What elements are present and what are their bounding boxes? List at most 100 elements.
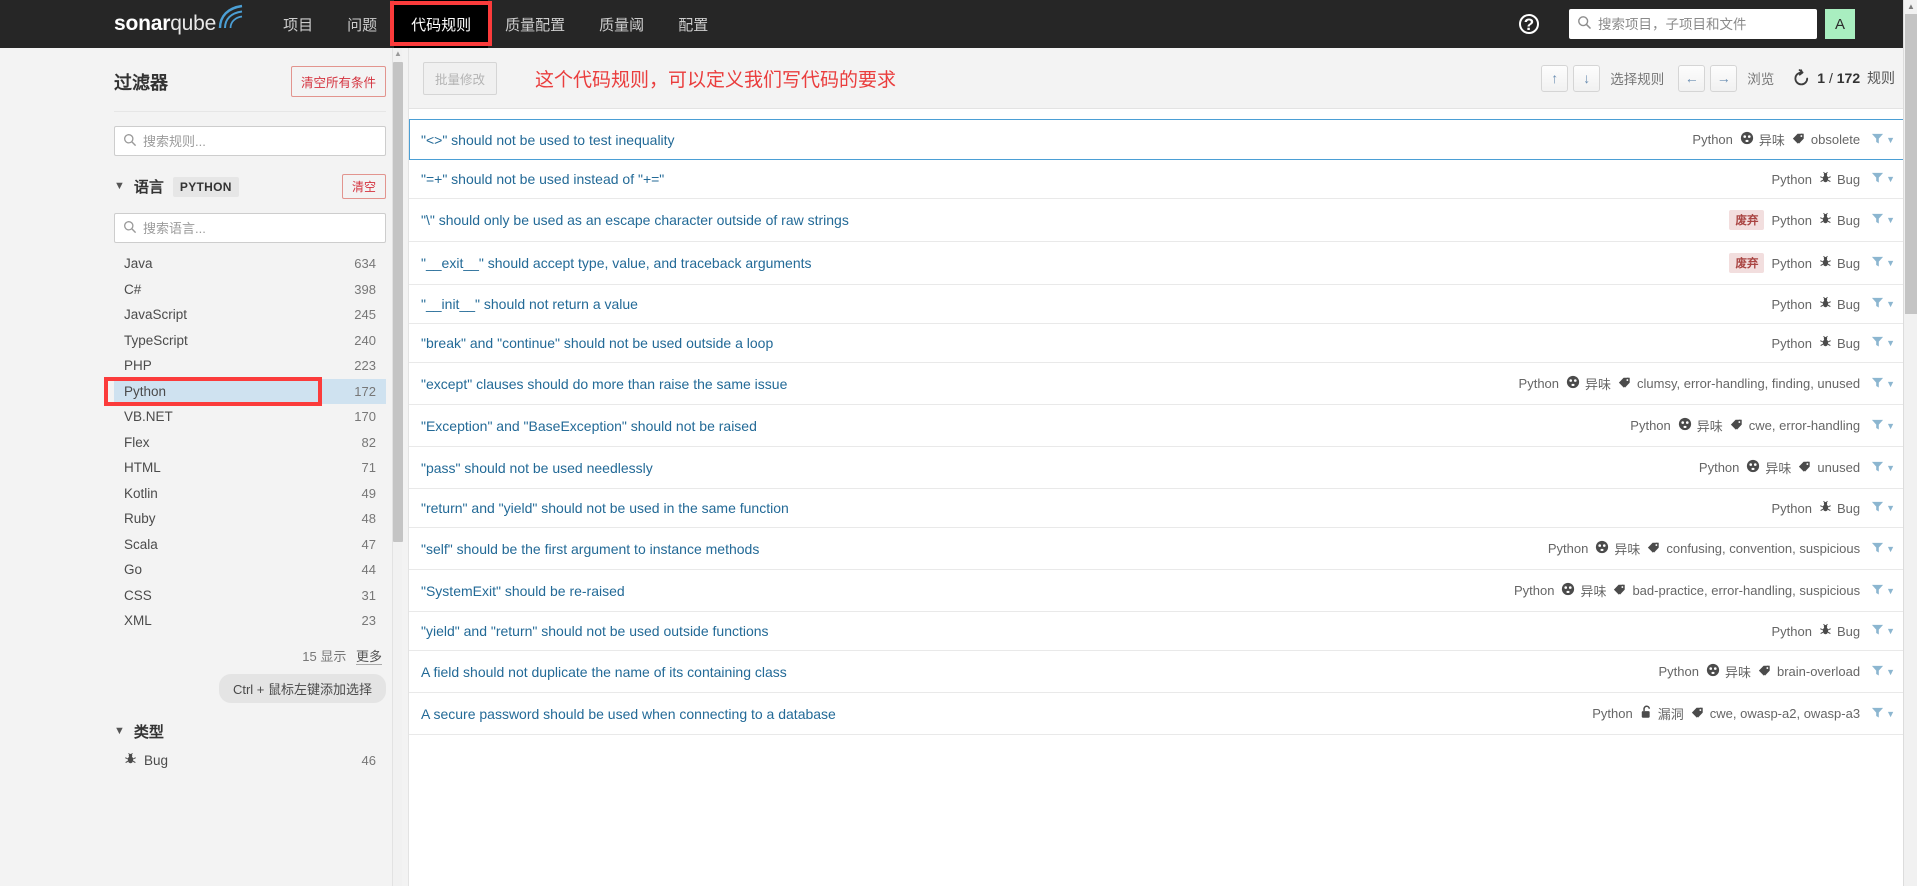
window-scrollbar[interactable]: ▲ xyxy=(1903,0,1917,886)
rule-filter-button[interactable]: ▼ xyxy=(1871,623,1895,639)
global-search-box[interactable] xyxy=(1569,9,1817,39)
language-facet-item-c-[interactable]: C# 398 xyxy=(114,277,386,303)
rule-filter-button[interactable]: ▼ xyxy=(1871,132,1895,148)
filter-funnel-icon[interactable] xyxy=(1871,212,1884,228)
rule-title[interactable]: "yield" and "return" should not be used … xyxy=(421,623,769,639)
language-facet-item-ruby[interactable]: Ruby 48 xyxy=(114,506,386,532)
language-facet-header[interactable]: ▼ 语言 PYTHON 清空 xyxy=(114,174,386,199)
nav-item-projects[interactable]: 项目 xyxy=(266,0,330,48)
language-facet-item-go[interactable]: Go 44 xyxy=(114,557,386,583)
rule-row[interactable]: "__init__" should not return a value Pyth… xyxy=(409,285,1917,324)
rule-title[interactable]: "=+" should not be used instead of "+=" xyxy=(421,171,664,187)
language-search-field[interactable] xyxy=(114,213,386,243)
sidebar-scrollbar[interactable]: ▲ xyxy=(392,48,403,886)
language-facet-item-vb-net[interactable]: VB.NET 170 xyxy=(114,404,386,430)
language-facet-item-scala[interactable]: Scala 47 xyxy=(114,532,386,558)
rule-row[interactable]: "except" clauses should do more than rai… xyxy=(409,363,1917,405)
filter-funnel-icon[interactable] xyxy=(1871,706,1884,722)
filter-funnel-icon[interactable] xyxy=(1871,664,1884,680)
nav-item-administration[interactable]: 配置 xyxy=(661,0,725,48)
rule-filter-button[interactable]: ▼ xyxy=(1871,460,1895,476)
next-page-button[interactable]: → xyxy=(1710,64,1738,92)
user-avatar[interactable]: A xyxy=(1825,9,1855,39)
filter-funnel-icon[interactable] xyxy=(1871,296,1884,312)
rule-filter-button[interactable]: ▼ xyxy=(1871,212,1895,228)
rule-filter-button[interactable]: ▼ xyxy=(1871,583,1895,599)
bulk-change-button[interactable]: 批量修改 xyxy=(423,61,498,95)
previous-page-button[interactable]: ← xyxy=(1678,64,1706,92)
rule-search-field[interactable] xyxy=(114,126,386,156)
language-facet-item-python[interactable]: Python 172 xyxy=(104,376,386,406)
rule-row[interactable]: "SystemExit" should be re-raised Python 异味… xyxy=(409,570,1917,612)
rule-filter-button[interactable]: ▼ xyxy=(1871,296,1895,312)
rule-filter-button[interactable]: ▼ xyxy=(1871,706,1895,722)
filter-funnel-icon[interactable] xyxy=(1871,583,1884,599)
nav-item-coding-rules[interactable]: 代码规则 xyxy=(394,0,489,48)
rule-row[interactable]: "return" and "yield" should not be used … xyxy=(409,489,1917,528)
language-facet-item-javascript[interactable]: JavaScript 245 xyxy=(114,302,386,328)
rule-title[interactable]: "Exception" and "BaseException" should n… xyxy=(421,418,757,434)
rule-row[interactable]: "<>" should not be used to test inequali… xyxy=(409,119,1917,160)
language-facet-item-php[interactable]: PHP 223 xyxy=(114,353,386,379)
nav-item-quality-gates[interactable]: 质量阈 xyxy=(582,0,661,48)
rule-row[interactable]: "pass" should not be used needlessly Pyth… xyxy=(409,447,1917,489)
filter-funnel-icon[interactable] xyxy=(1871,132,1884,148)
move-up-button[interactable]: ↑ xyxy=(1541,64,1569,92)
help-icon[interactable]: ? xyxy=(1519,14,1539,34)
filter-funnel-icon[interactable] xyxy=(1871,500,1884,516)
reload-icon[interactable] xyxy=(1792,68,1811,88)
type-facet-item-bug[interactable]: Bug 46 xyxy=(114,748,386,774)
rule-row[interactable]: "__exit__" should accept type, value, an… xyxy=(409,242,1917,285)
rule-title[interactable]: "except" clauses should do more than rai… xyxy=(421,376,787,392)
window-scroll-up-icon[interactable]: ▲ xyxy=(1904,2,1917,11)
filter-funnel-icon[interactable] xyxy=(1871,335,1884,351)
rule-filter-button[interactable]: ▼ xyxy=(1871,255,1895,271)
filter-funnel-icon[interactable] xyxy=(1871,376,1884,392)
language-facet-item-typescript[interactable]: TypeScript 240 xyxy=(114,328,386,354)
filter-funnel-icon[interactable] xyxy=(1871,255,1884,271)
filter-funnel-icon[interactable] xyxy=(1871,171,1884,187)
rule-title[interactable]: "pass" should not be used needlessly xyxy=(421,460,653,476)
nav-item-quality-profiles[interactable]: 质量配置 xyxy=(488,0,582,48)
rule-title[interactable]: "return" and "yield" should not be used … xyxy=(421,500,789,516)
rule-row[interactable]: "yield" and "return" should not be used … xyxy=(409,612,1917,651)
rule-row[interactable]: "break" and "continue" should not be use… xyxy=(409,324,1917,363)
rule-row[interactable]: A field should not duplicate the name of… xyxy=(409,651,1917,693)
move-down-button[interactable]: ↓ xyxy=(1573,64,1601,92)
rule-filter-button[interactable]: ▼ xyxy=(1871,418,1895,434)
rule-title[interactable]: "\" should only be used as an escape cha… xyxy=(421,212,849,228)
rule-search-input[interactable] xyxy=(143,133,377,149)
nav-item-issues[interactable]: 问题 xyxy=(330,0,394,48)
rule-title[interactable]: "<>" should not be used to test inequali… xyxy=(421,132,675,148)
filter-funnel-icon[interactable] xyxy=(1871,460,1884,476)
clear-language-facet-button[interactable]: 清空 xyxy=(341,174,386,199)
rule-row[interactable]: "Exception" and "BaseException" should n… xyxy=(409,405,1917,447)
language-facet-item-flex[interactable]: Flex 82 xyxy=(114,430,386,456)
scroll-up-arrow-icon[interactable]: ▲ xyxy=(393,48,403,60)
rule-filter-button[interactable]: ▼ xyxy=(1871,541,1895,557)
filter-funnel-icon[interactable] xyxy=(1871,541,1884,557)
language-facet-item-css[interactable]: CSS 31 xyxy=(114,583,386,609)
rule-title[interactable]: "SystemExit" should be re-raised xyxy=(421,583,625,599)
rule-row[interactable]: "\" should only be used as an escape cha… xyxy=(409,199,1917,242)
rule-filter-button[interactable]: ▼ xyxy=(1871,171,1895,187)
rule-row[interactable]: "=+" should not be used instead of "+=" P… xyxy=(409,160,1917,199)
rule-title[interactable]: A secure password should be used when co… xyxy=(421,706,836,722)
window-scrollbar-thumb[interactable] xyxy=(1905,14,1917,314)
clear-all-filters-button[interactable]: 清空所有条件 xyxy=(290,66,386,97)
rule-title[interactable]: "break" and "continue" should not be use… xyxy=(421,335,773,351)
rule-title[interactable]: A field should not duplicate the name of… xyxy=(421,664,787,680)
sidebar-scrollbar-thumb[interactable] xyxy=(393,62,403,542)
rule-filter-button[interactable]: ▼ xyxy=(1871,335,1895,351)
rule-filter-button[interactable]: ▼ xyxy=(1871,376,1895,392)
rule-filter-button[interactable]: ▼ xyxy=(1871,664,1895,680)
language-facet-item-html[interactable]: HTML 71 xyxy=(114,455,386,481)
filter-funnel-icon[interactable] xyxy=(1871,623,1884,639)
rule-filter-button[interactable]: ▼ xyxy=(1871,500,1895,516)
rule-row[interactable]: "self" should be the first argument to i… xyxy=(409,528,1917,570)
type-facet-header[interactable]: ▼ 类型 xyxy=(114,721,386,742)
filter-funnel-icon[interactable] xyxy=(1871,418,1884,434)
language-facet-item-java[interactable]: Java 634 xyxy=(114,251,386,277)
rule-row[interactable]: A secure password should be used when co… xyxy=(409,693,1917,735)
rule-title[interactable]: "__init__" should not return a value xyxy=(421,296,638,312)
